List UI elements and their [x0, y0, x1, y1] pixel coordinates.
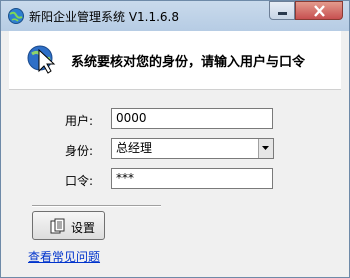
minimize-icon: [278, 12, 287, 15]
cursor-arrow-icon: [27, 45, 56, 74]
password-field[interactable]: ***: [111, 168, 273, 189]
role-label: 身份:: [65, 144, 94, 158]
window-title: 新阳企业管理系统 V1.1.6.8: [29, 10, 180, 24]
chevron-down-icon: [262, 146, 269, 150]
user-value: 0000: [116, 111, 147, 125]
title-bar[interactable]: 新阳企业管理系统 V1.1.6.8: [1, 1, 349, 31]
role-value: 总经理: [116, 141, 153, 155]
login-window: 新阳企业管理系统 V1.1.6.8 系统要核对您的身份，请输入用户与口令 用户:…: [0, 0, 350, 278]
role-select[interactable]: 总经理: [111, 138, 274, 159]
user-label: 用户:: [65, 114, 94, 128]
password-value: ***: [116, 171, 134, 185]
role-dropdown-button[interactable]: [258, 139, 273, 158]
login-form: 用户: 0000 身份: 总经理 口令: *** 设置 查看常见问题: [9, 90, 341, 271]
settings-label: 设置: [71, 221, 96, 235]
header-panel: 系统要核对您的身份，请输入用户与口令: [9, 31, 341, 90]
close-icon: [314, 5, 325, 17]
settings-button[interactable]: 设置: [32, 211, 105, 240]
globe-icon: [8, 8, 24, 24]
divider: [32, 205, 161, 207]
document-icon: [50, 218, 65, 234]
close-button[interactable]: [295, 1, 343, 20]
faq-link[interactable]: 查看常见问题: [28, 248, 100, 265]
password-label: 口令:: [65, 174, 94, 188]
user-field[interactable]: 0000: [111, 108, 273, 129]
header-message: 系统要核对您的身份，请输入用户与口令: [71, 55, 306, 70]
minimize-button[interactable]: [269, 1, 295, 20]
